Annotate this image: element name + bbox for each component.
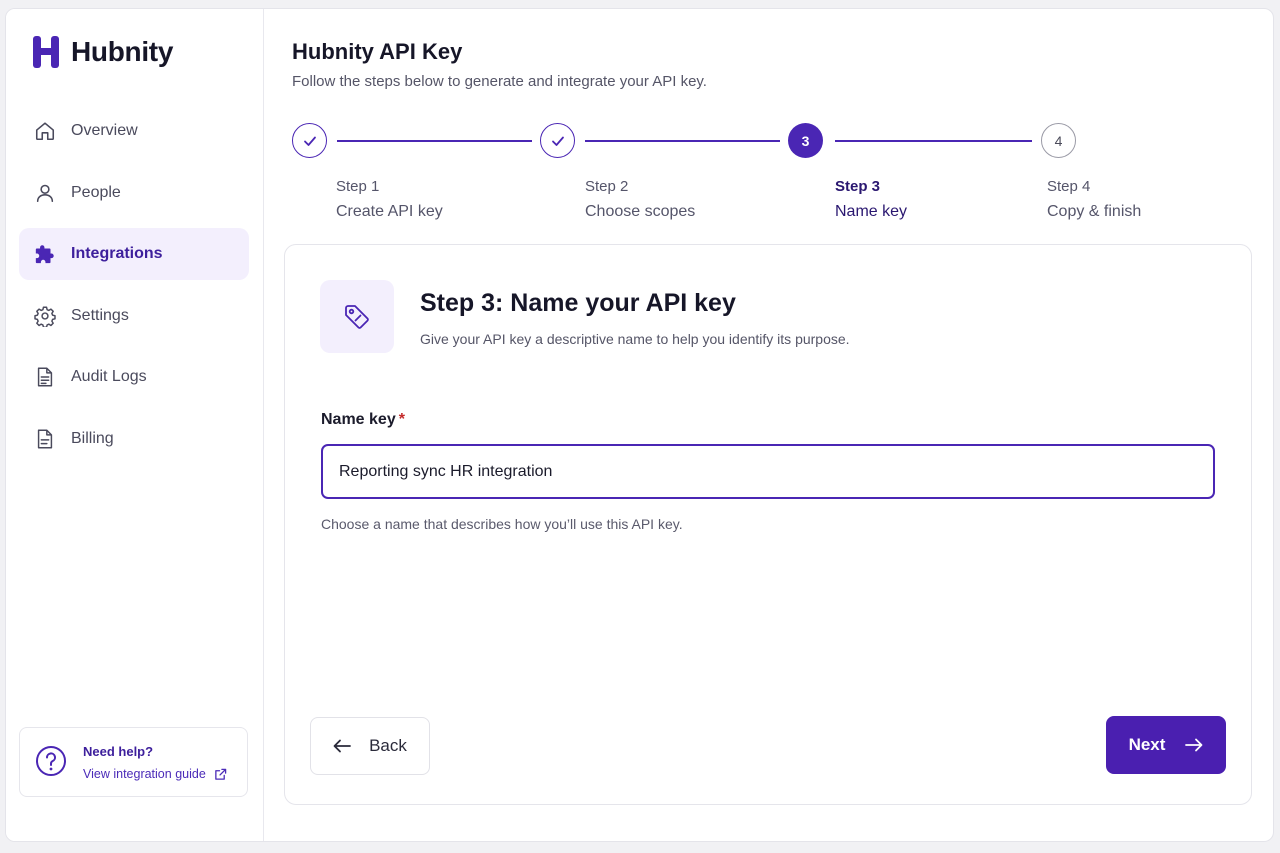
sidebar-item-label: People [71, 183, 121, 201]
page-subtitle: Follow the steps below to generate and i… [292, 73, 707, 90]
checkmark-icon [551, 136, 564, 146]
help-card: Need help? View integration guide [19, 727, 248, 797]
sidebar-item-billing[interactable]: Billing [19, 413, 249, 465]
app-window: Hubnity Overview People Integrations Set… [5, 8, 1274, 842]
stepper: Step 1 Create API key Step 2 Choose scop… [265, 121, 1265, 231]
logo[interactable]: Hubnity [32, 35, 173, 69]
help-link-label: View integration guide [83, 767, 206, 781]
step-2-name: Choose scopes [585, 203, 696, 220]
card-title: Step 3: Name your API key [420, 289, 736, 317]
user-icon [33, 181, 57, 205]
sidebar-item-label: Overview [71, 122, 138, 139]
step-1-complete-circle[interactable] [292, 123, 327, 158]
step-1-number: Step 1 [336, 178, 380, 195]
step-4-name: Copy & finish [1047, 203, 1142, 220]
step-4-upcoming-circle[interactable]: 4 [1041, 123, 1076, 158]
sidebar-item-audit-logs[interactable]: Audit Logs [19, 351, 249, 403]
name-key-label: Name key * [321, 411, 405, 429]
sidebar-item-label: Billing [71, 429, 114, 447]
required-asterisk: * [398, 411, 405, 428]
sidebar-item-people[interactable]: People [19, 167, 249, 219]
sidebar-item-label: Audit Logs [71, 368, 147, 385]
step-3-current-circle[interactable]: 3 [788, 123, 823, 158]
arrow-left-icon [333, 739, 351, 753]
back-button[interactable]: Back [310, 717, 430, 775]
integration-guide-link[interactable]: View integration guide [83, 767, 227, 781]
step-3-name: Name key [835, 203, 908, 220]
document-list-icon [33, 365, 57, 389]
field-hint: Choose a name that describes how you’ll … [321, 516, 683, 532]
next-button[interactable]: Next [1106, 716, 1226, 774]
step-connector [337, 140, 532, 142]
field-label-text: Name key [321, 411, 396, 428]
step-4-number: Step 4 [1047, 178, 1091, 195]
gear-icon [33, 304, 57, 328]
card-description: Give your API key a descriptive name to … [420, 331, 850, 347]
question-circle-icon [36, 746, 66, 776]
name-key-input[interactable] [321, 444, 1215, 499]
step-2-number: Step 2 [585, 178, 629, 195]
step-3-number: Step 3 [835, 178, 881, 195]
puzzle-icon [33, 242, 57, 266]
sidebar-item-integrations[interactable]: Integrations [19, 228, 249, 280]
next-button-label: Next [1128, 735, 1166, 754]
step-connector [585, 140, 780, 142]
tag-icon [345, 304, 369, 329]
sidebar-item-label: Integrations [71, 245, 163, 262]
sidebar-nav: Overview People Integrations Settings Au… [19, 105, 249, 474]
sidebar-item-settings[interactable]: Settings [19, 290, 249, 342]
sidebar-item-label: Settings [71, 306, 129, 324]
step-connector [835, 140, 1032, 142]
sidebar-item-overview[interactable]: Overview [19, 105, 249, 157]
arrow-right-icon [1185, 738, 1203, 752]
main-content: Hubnity API Key Follow the steps below t… [265, 9, 1273, 841]
card-icon-container [320, 280, 394, 353]
hubnity-logo-icon [33, 36, 59, 68]
step-1-name: Create API key [336, 203, 443, 220]
step-2-complete-circle[interactable] [540, 123, 575, 158]
external-link-icon [214, 768, 227, 780]
page-title: Hubnity API Key [292, 39, 463, 64]
checkmark-icon [303, 136, 316, 146]
back-button-label: Back [369, 736, 407, 755]
brand-name: Hubnity [71, 36, 174, 67]
name-key-card: Step 3: Name your API key Give your API … [284, 244, 1252, 805]
help-title: Need help? [83, 744, 154, 759]
sidebar: Hubnity Overview People Integrations Set… [6, 9, 264, 841]
document-icon [33, 427, 57, 451]
home-icon [33, 119, 57, 143]
